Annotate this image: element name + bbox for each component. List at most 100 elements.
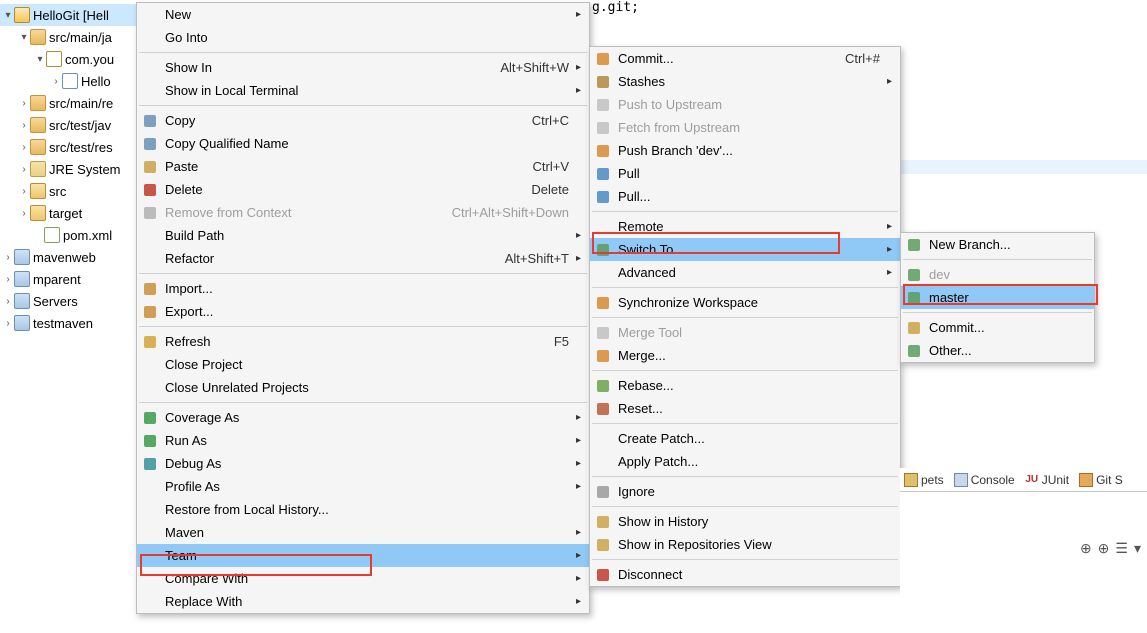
pull-icon [594,166,612,182]
editor[interactable]: g.git; [592,0,639,15]
tab-snippets[interactable]: pets [904,473,944,487]
menu-item-profile-as[interactable]: Profile As▸ [137,475,589,498]
menu-item-stashes[interactable]: Stashes▸ [590,70,900,93]
menu-item-show-in[interactable]: Show InAlt+Shift+W▸ [137,56,589,79]
menu-item-delete[interactable]: DeleteDelete [137,178,589,201]
menu-item-refresh[interactable]: RefreshF5 [137,330,589,353]
menu-item-pull[interactable]: Pull... [590,185,900,208]
menu-item-close-unrelated-projects[interactable]: Close Unrelated Projects [137,376,589,399]
tree-item[interactable]: › src/main/re [0,92,140,114]
menu-item-switch-to[interactable]: Switch To▸ [590,238,900,261]
menu-item-commit[interactable]: Commit... [901,316,1094,339]
twisty-icon[interactable]: › [50,76,62,87]
folder-icon [30,205,46,221]
tree-item[interactable]: › Servers [0,290,140,312]
view-tabs[interactable]: pets Console JUJUnit Git S [900,468,1147,492]
list-icon[interactable]: ☰ [1115,540,1128,557]
twisty-icon[interactable]: › [2,274,14,285]
menu-item-reset[interactable]: Reset... [590,397,900,420]
twisty-icon[interactable]: ▾ [18,32,30,43]
switch-to-submenu[interactable]: New Branch...devmasterCommit...Other... [900,232,1095,363]
tree-root[interactable]: ▾ HelloGit [Hell [0,4,140,26]
menu-item-import[interactable]: Import... [137,277,589,300]
menu-item-show-in-local-terminal[interactable]: Show in Local Terminal▸ [137,79,589,102]
twisty-icon[interactable]: › [2,318,14,329]
menu-item-build-path[interactable]: Build Path▸ [137,224,589,247]
menu-item-show-in-history[interactable]: Show in History [590,510,900,533]
submenu-arrow-icon: ▸ [569,253,581,264]
menu-item-rebase[interactable]: Rebase... [590,374,900,397]
twisty-icon[interactable]: ▾ [2,10,14,21]
menu-item-maven[interactable]: Maven▸ [137,521,589,544]
menu-item-master[interactable]: master [901,286,1094,309]
tab-git-staging[interactable]: Git S [1079,473,1123,487]
add2-icon[interactable]: ⊕ [1098,540,1110,557]
twisty-icon[interactable]: › [18,120,30,131]
menu-item-push-branch-dev[interactable]: Push Branch 'dev'... [590,139,900,162]
twisty-icon[interactable]: › [18,98,30,109]
tree-item[interactable]: › mparent [0,268,140,290]
menu-separator [139,326,587,327]
twisty-icon[interactable]: ▾ [34,54,46,65]
menu-item-commit[interactable]: Commit...Ctrl+# [590,47,900,70]
menu-separator [592,370,898,371]
menu-item-create-patch[interactable]: Create Patch... [590,427,900,450]
menu-item-other[interactable]: Other... [901,339,1094,362]
tree-item[interactable]: ▾ com.you [0,48,140,70]
menu-label: New Branch... [929,237,1074,252]
menu-item-paste[interactable]: PasteCtrl+V [137,155,589,178]
tree-item[interactable]: ▾ src/main/ja [0,26,140,48]
menu-item-synchronize-workspace[interactable]: Synchronize Workspace [590,291,900,314]
menu-item-copy[interactable]: CopyCtrl+C [137,109,589,132]
menu-item-go-into[interactable]: Go Into [137,26,589,49]
menu-item-run-as[interactable]: Run As▸ [137,429,589,452]
tree-item[interactable]: › Hello [0,70,140,92]
tree-item[interactable]: › target [0,202,140,224]
twisty-icon[interactable]: › [18,208,30,219]
console-icon [954,473,968,487]
tree-item[interactable]: › mavenweb [0,246,140,268]
menu-item-coverage-as[interactable]: Coverage As▸ [137,406,589,429]
team-submenu[interactable]: Commit...Ctrl+#Stashes▸Push to UpstreamF… [589,46,901,587]
menu-item-apply-patch[interactable]: Apply Patch... [590,450,900,473]
add-icon[interactable]: ⊕ [1080,540,1092,557]
menu-item-pull[interactable]: Pull [590,162,900,185]
menu-item-new-branch[interactable]: New Branch... [901,233,1094,256]
twisty-icon[interactable]: › [2,296,14,307]
menu-item-ignore[interactable]: Ignore [590,480,900,503]
tree-item[interactable]: › src/test/jav [0,114,140,136]
package-explorer[interactable]: ▾ HelloGit [Hell ▾ src/main/ja ▾ com.you… [0,0,140,334]
menu-item-debug-as[interactable]: Debug As▸ [137,452,589,475]
twisty-icon[interactable]: › [18,164,30,175]
view-toolbar[interactable]: ⊕ ⊕ ☰ ▾ [1080,540,1141,557]
tree-item[interactable]: › testmaven [0,312,140,334]
menu-item-new[interactable]: New▸ [137,3,589,26]
menu-item-team[interactable]: Team▸ [137,544,589,567]
menu-item-restore-from-local-history[interactable]: Restore from Local History... [137,498,589,521]
menu-label: Delete [165,182,513,197]
tab-console[interactable]: Console [954,473,1015,487]
tree-item[interactable]: › src/test/res [0,136,140,158]
menu-item-compare-with[interactable]: Compare With▸ [137,567,589,590]
menu-item-refactor[interactable]: RefactorAlt+Shift+T▸ [137,247,589,270]
menu-item-merge[interactable]: Merge... [590,344,900,367]
twisty-icon[interactable]: › [18,142,30,153]
menu-item-show-in-repositories-view[interactable]: Show in Repositories View [590,533,900,556]
tree-item[interactable]: › JRE System [0,158,140,180]
menu-item-disconnect[interactable]: Disconnect [590,563,900,586]
menu-item-remote[interactable]: Remote▸ [590,215,900,238]
tree-item[interactable]: pom.xml [0,224,140,246]
tab-junit[interactable]: JUJUnit [1025,473,1069,487]
menu-item-copy-qualified-name[interactable]: Copy Qualified Name [137,132,589,155]
twisty-icon[interactable]: › [2,252,14,263]
menu-item-export[interactable]: Export... [137,300,589,323]
menu-label: Restore from Local History... [165,502,569,517]
hist-icon [594,514,612,530]
menu-item-replace-with[interactable]: Replace With▸ [137,590,589,613]
tree-item[interactable]: › src [0,180,140,202]
project-context-menu[interactable]: New▸Go Into Show InAlt+Shift+W▸Show in Lo… [136,2,590,614]
menu-icon[interactable]: ▾ [1134,540,1141,557]
twisty-icon[interactable]: › [18,186,30,197]
menu-item-close-project[interactable]: Close Project [137,353,589,376]
menu-item-advanced[interactable]: Advanced▸ [590,261,900,284]
